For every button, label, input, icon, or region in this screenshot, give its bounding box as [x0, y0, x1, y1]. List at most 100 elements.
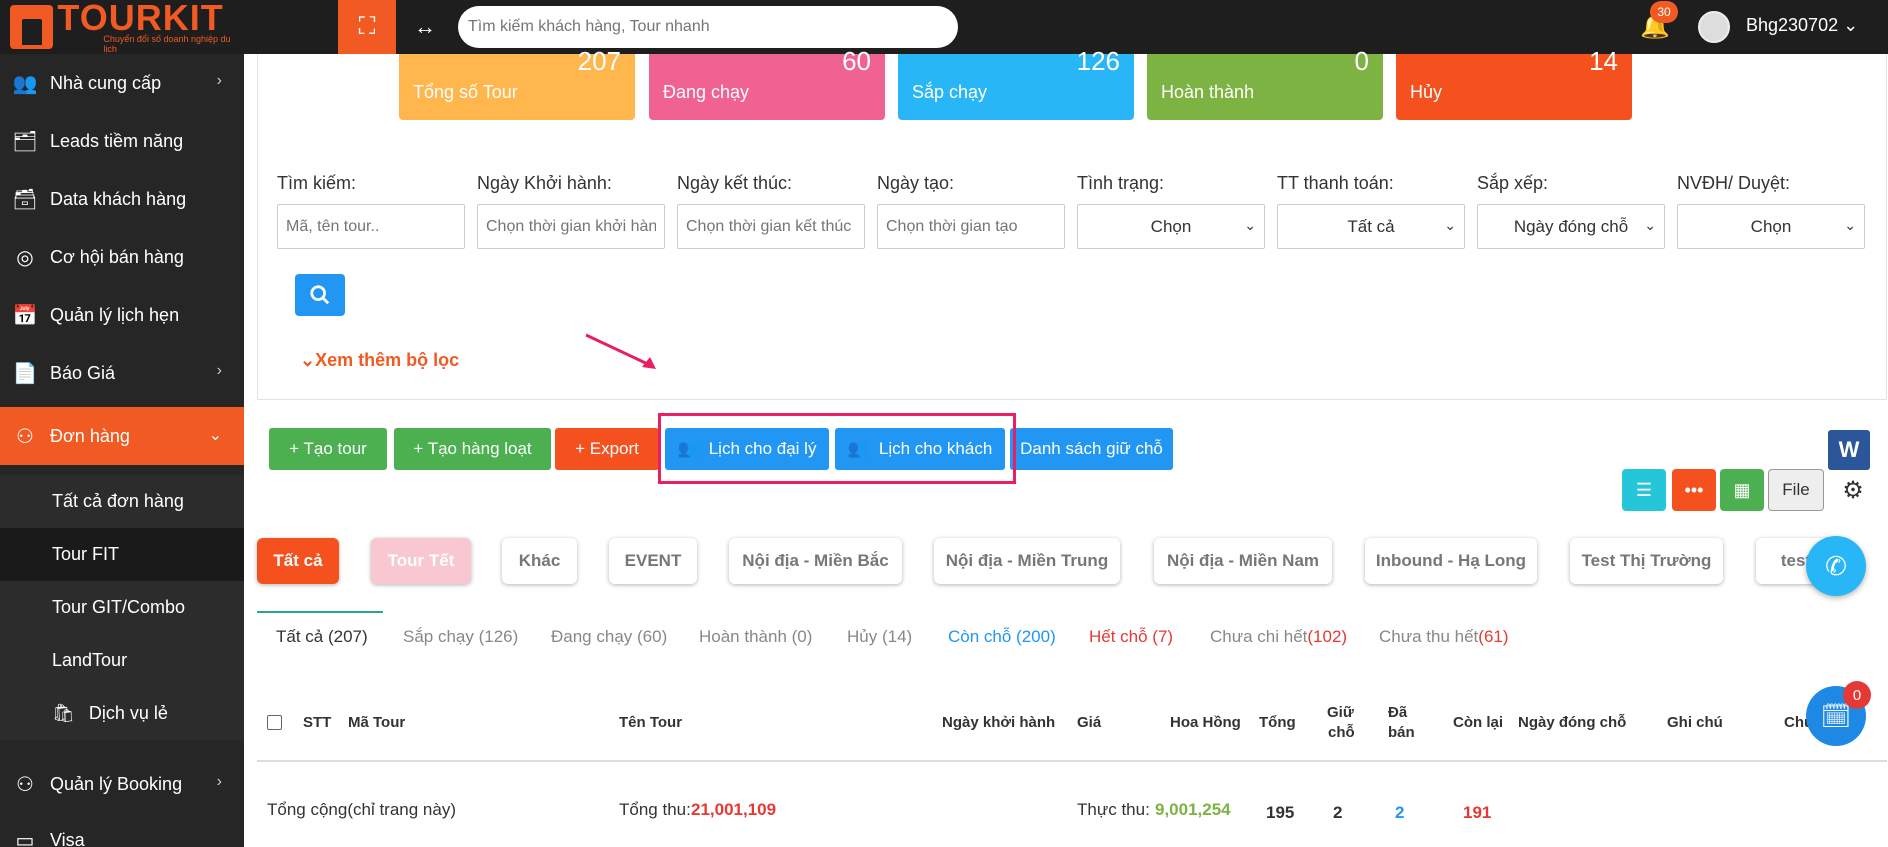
- annotation-highlight-box: [658, 413, 1016, 484]
- category-tab-event[interactable]: EVENT: [609, 538, 697, 584]
- category-tab-north[interactable]: Nội địa - Miền Bắc: [729, 538, 902, 584]
- chevron-down-icon: ⌄: [1244, 217, 1256, 233]
- quote-icon: 📄: [12, 362, 38, 385]
- sidebar-item-label: Quản lý lịch hẹn: [50, 304, 180, 325]
- sidebar-item-opportunities[interactable]: ◎ Cơ hội bán hàng: [0, 228, 244, 286]
- stat-upcoming[interactable]: 126 Sắp chạy: [898, 46, 1134, 120]
- chevron-down-icon: ⌄: [300, 350, 316, 370]
- stat-label: Tổng số Tour: [413, 82, 518, 102]
- create-tour-button[interactable]: + Tạo tour: [269, 428, 387, 470]
- filter-label-sort: Sắp xếp:: [1477, 173, 1549, 193]
- word-export-icon[interactable]: W: [1828, 430, 1870, 470]
- select-value: Chọn: [1750, 216, 1792, 236]
- created-date-input[interactable]: [877, 204, 1065, 249]
- export-button[interactable]: + Export: [555, 428, 659, 470]
- status-tab-cancel[interactable]: Hủy (14): [847, 627, 912, 647]
- user-menu[interactable]: Bhg230702 ⌄: [1746, 15, 1858, 36]
- col-header-close-date: Ngày đóng chỗ: [1518, 714, 1627, 731]
- sidebar-item-leads[interactable]: 🗂 Leads tiềm năng: [0, 112, 244, 170]
- sort-select[interactable]: Ngày đóng chỗ ⌄: [1477, 204, 1665, 249]
- status-tab-running[interactable]: Đang chạy (60): [551, 627, 667, 647]
- file-button[interactable]: File: [1768, 469, 1824, 511]
- list-view-button[interactable]: ☰: [1622, 469, 1666, 511]
- total-seats: 195: [1266, 803, 1295, 822]
- brand-tagline: Chuyển đổi số doanh nghiệp du lịch: [103, 34, 231, 54]
- hold-list-button[interactable]: Danh sách giữ chỗ: [1010, 428, 1173, 470]
- category-tab-halong[interactable]: Inbound - Hạ Long: [1365, 538, 1537, 584]
- end-date-input[interactable]: [677, 204, 865, 249]
- more-filters-toggle[interactable]: ⌄Xem thêm bộ lọc: [300, 350, 459, 371]
- order-icon: ⚇: [16, 425, 34, 448]
- col-header-code: Mã Tour: [348, 714, 406, 731]
- sidebar-subitem-all-orders[interactable]: Tất cả đơn hàng: [0, 475, 244, 528]
- sidebar-item-label: Quản lý Booking: [50, 773, 183, 794]
- filter-label-end-date: Ngày kết thúc:: [677, 173, 793, 193]
- sidebar-item-suppliers[interactable]: 👥 Nhà cung cấp ›: [0, 54, 244, 112]
- stat-total-tours[interactable]: 207 Tổng số Tour: [399, 46, 635, 120]
- category-tab-all[interactable]: Tất cả: [257, 538, 339, 584]
- more-filters-label: Xem thêm bộ lọc: [315, 350, 460, 370]
- category-tab-central[interactable]: Nội địa - Miền Trung: [934, 538, 1120, 584]
- fullscreen-button[interactable]: ⛶: [338, 0, 396, 54]
- stat-value: 207: [577, 46, 621, 76]
- call-button[interactable]: ✆: [1806, 536, 1866, 596]
- status-tab-done[interactable]: Hoàn thành (0): [699, 627, 812, 647]
- stat-cancelled[interactable]: 14 Hủy: [1396, 46, 1632, 120]
- visa-icon: ▭: [15, 829, 35, 847]
- status-tab-count: (102): [1307, 627, 1348, 646]
- sidebar-subitem-landtour[interactable]: LandTour: [0, 634, 244, 687]
- status-tab-full[interactable]: Hết chỗ (7): [1089, 627, 1173, 647]
- settings-button[interactable]: ⚙: [1830, 469, 1876, 511]
- status-tab-upcoming[interactable]: Sắp chạy (126): [403, 627, 518, 647]
- staff-select[interactable]: Chọn ⌄: [1677, 204, 1865, 249]
- sidebar-item-appointments[interactable]: 📅 Quản lý lịch hẹn: [0, 286, 244, 344]
- more-options-button[interactable]: •••: [1672, 469, 1716, 511]
- avatar[interactable]: [1698, 11, 1730, 43]
- calendar-view-button[interactable]: ▦: [1720, 469, 1764, 511]
- calendar-check-icon: 🗓: [1820, 702, 1852, 730]
- logo[interactable]: TOURKIT Chuyển đổi số doanh nghiệp du lị…: [0, 0, 244, 54]
- sidebar-item-label: Data khách hàng: [50, 188, 187, 209]
- start-date-input[interactable]: [477, 204, 665, 249]
- col-header-price: Giá: [1077, 714, 1102, 731]
- global-search-input[interactable]: [458, 6, 958, 48]
- stat-running[interactable]: 60 Đang chạy: [649, 46, 885, 120]
- status-tab-all[interactable]: Tất cả (207): [276, 627, 368, 647]
- sidebar-subitem-services[interactable]: 🛍 Dịch vụ lẻ: [0, 687, 244, 740]
- create-bulk-button[interactable]: + Tạo hàng loạt: [394, 428, 551, 470]
- status-select[interactable]: Chọn ⌄: [1077, 204, 1265, 249]
- more-icon: •••: [1684, 479, 1704, 500]
- sidebar-item-orders[interactable]: ⚇ Đơn hàng ⌄: [0, 407, 244, 465]
- sidebar-item-label: Visa: [50, 829, 85, 847]
- sidebar-item-booking[interactable]: ⚇ Quản lý Booking ›: [0, 755, 244, 813]
- resize-arrows-icon[interactable]: ↔: [414, 14, 436, 40]
- category-tab-market-test[interactable]: Test Thị Trường: [1570, 538, 1723, 584]
- category-tab-other[interactable]: Khác: [502, 538, 577, 584]
- status-tab-uncollected[interactable]: Chưa thu hết(61): [1379, 627, 1509, 647]
- category-tab-south[interactable]: Nội địa - Miền Nam: [1154, 538, 1332, 584]
- search-button[interactable]: [295, 274, 345, 316]
- stat-value: 0: [1354, 46, 1369, 76]
- sidebar-item-customer-data[interactable]: 🗃 Data khách hàng: [0, 170, 244, 228]
- data-icon: 🗃: [12, 188, 38, 211]
- status-tab-available[interactable]: Còn chỗ (200): [948, 627, 1056, 647]
- stat-label: Sắp chạy: [912, 82, 988, 102]
- users-icon: 👥: [12, 72, 38, 95]
- select-all-checkbox[interactable]: [267, 715, 282, 730]
- status-tab-unpaid[interactable]: Chưa chi hết(102): [1210, 627, 1347, 647]
- filter-label-staff: NVĐH/ Duyệt:: [1677, 173, 1791, 193]
- sidebar-item-visa[interactable]: ▭ Visa: [0, 811, 244, 847]
- sidebar-subitem-tour-git[interactable]: Tour GIT/Combo: [0, 581, 244, 634]
- payment-select[interactable]: Tất cả ⌄: [1277, 204, 1465, 249]
- status-tab-label: Chưa thu hết: [1379, 627, 1479, 646]
- sidebar-subitem-tour-fit[interactable]: Tour FIT: [0, 528, 244, 581]
- search-input[interactable]: [277, 204, 465, 249]
- col-header-hold-line2: chỗ: [1328, 724, 1355, 741]
- total-hold: 2: [1333, 803, 1343, 822]
- col-header-date: Ngày khởi hành: [942, 714, 1056, 731]
- category-tab-tet[interactable]: Tour Tết: [371, 538, 471, 584]
- sidebar-item-quotes[interactable]: 📄 Báo Giá ›: [0, 344, 244, 402]
- stat-completed[interactable]: 0 Hoàn thành: [1147, 46, 1383, 120]
- col-header-sold-line2: bán: [1388, 724, 1415, 741]
- brand-name: TOURKIT: [57, 0, 224, 38]
